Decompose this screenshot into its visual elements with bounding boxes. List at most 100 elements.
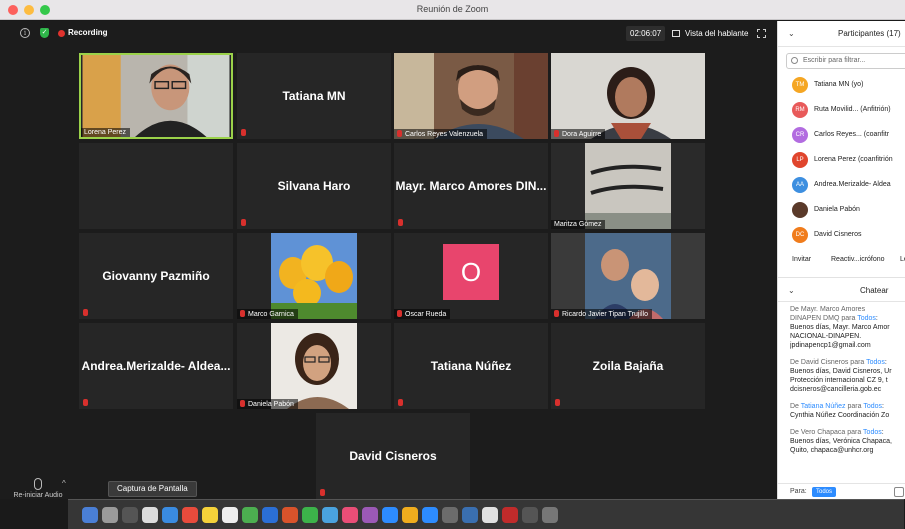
video-tile-empty: [79, 143, 233, 229]
reminders-icon[interactable]: [222, 507, 238, 523]
notes-icon[interactable]: [202, 507, 218, 523]
window-title: Reunión de Zoom: [416, 4, 489, 14]
tile-name-label: Oscar Rueda: [394, 309, 451, 319]
participant-item[interactable]: RM Ruta Movilid... (Anfitrión): [792, 102, 905, 120]
video-feed: [237, 323, 391, 409]
mic-muted-icon: [397, 310, 402, 317]
macos-dock: [68, 499, 904, 529]
trash-icon[interactable]: [542, 507, 558, 523]
chevron-down-icon[interactable]: ⌄: [788, 286, 795, 295]
participant-name: Silvana Haro: [277, 179, 351, 193]
video-tile-carlos[interactable]: Carlos Reyes Valenzuela: [394, 53, 548, 139]
participant-item[interactable]: LP Lorena Perez (coanfitrión: [792, 152, 905, 170]
tile-name-label: Daniela Pabón: [237, 399, 298, 409]
facetime-icon[interactable]: [322, 507, 338, 523]
chat-message: De Vero Chapaca para Todos: Buenos días,…: [790, 429, 892, 454]
video-tile-zoila[interactable]: Zoila Bajaña: [551, 323, 705, 409]
participants-title: Participantes (17): [838, 29, 901, 38]
invite-button[interactable]: Invitar: [792, 251, 811, 269]
preview-icon[interactable]: [142, 507, 158, 523]
video-tile-silvana[interactable]: Silvana Haro: [237, 143, 391, 229]
launchpad-icon[interactable]: [102, 507, 118, 523]
chat-message: De Mayr. Marco Amores DINAPEN DMQ para T…: [790, 306, 890, 349]
mic-muted-icon: [554, 310, 559, 317]
video-tile-maritza[interactable]: Maritza Gómez: [551, 143, 705, 229]
video-tile-david[interactable]: David Cisneros: [316, 413, 470, 499]
finder-icon[interactable]: [82, 507, 98, 523]
chat-messages[interactable]: De Mayr. Marco Amores DINAPEN DMQ para T…: [790, 305, 905, 485]
participant-name: David Cisneros: [349, 449, 437, 463]
video-tile-dora[interactable]: Dora Aguirre: [551, 53, 705, 139]
avatar: AA: [792, 177, 808, 193]
zoom-icon[interactable]: [422, 507, 438, 523]
video-feed: [551, 233, 705, 319]
speaker-view-label: Vista del hablante: [685, 29, 749, 38]
avatar: TM: [792, 77, 808, 93]
meeting-timer: 02:06:07: [626, 26, 666, 41]
mic-muted-icon: [240, 400, 245, 407]
chevron-down-icon[interactable]: ⌄: [788, 29, 795, 38]
photo-booth-icon[interactable]: [122, 507, 138, 523]
mic-muted-icon: [241, 129, 246, 136]
video-tile-andrea[interactable]: Andrea.Merizalde- Aldea...: [79, 323, 233, 409]
video-tile-marco-amores[interactable]: Mayr. Marco Amores DIN...: [394, 143, 548, 229]
shield-icon[interactable]: ✓: [40, 28, 49, 38]
downloads-icon[interactable]: [522, 507, 538, 523]
participant-item[interactable]: Daniela Pabón: [792, 202, 905, 220]
mic-muted-icon: [240, 310, 245, 317]
messages-icon[interactable]: [302, 507, 318, 523]
keynote-icon[interactable]: [462, 507, 478, 523]
participant-item[interactable]: DC David Cisneros: [792, 227, 905, 245]
video-tile-marco-garnica[interactable]: Marco Garnica: [237, 233, 391, 319]
restart-audio-button[interactable]: Re-iniciar Audio: [8, 478, 68, 499]
video-tile-daniela[interactable]: Daniela Pabón: [237, 323, 391, 409]
participants-actions: Invitar Reactiv...icrófono Le: [786, 251, 905, 269]
video-tile-tatiana-nunez[interactable]: Tatiana Núñez: [394, 323, 548, 409]
info-icon[interactable]: i: [20, 28, 30, 38]
more-button[interactable]: Le: [900, 251, 905, 269]
avatar: LP: [792, 152, 808, 168]
mic-muted-icon: [83, 309, 88, 316]
video-tile-ricardo[interactable]: Ricardo Javier Tipan Trujillo: [551, 233, 705, 319]
word-icon[interactable]: [262, 507, 278, 523]
powerpoint-icon[interactable]: [282, 507, 298, 523]
participant-item[interactable]: TM Tatiana MN (yo): [792, 77, 905, 95]
acrobat-icon[interactable]: [502, 507, 518, 523]
reactivate-mic-button[interactable]: Reactiv...icrófono: [831, 251, 885, 269]
video-tile-tatiana-mn[interactable]: Tatiana MN: [237, 53, 391, 139]
system-preferences-icon[interactable]: [442, 507, 458, 523]
participant-item-name: Andrea.Merizalde- Aldea: [814, 181, 891, 188]
participant-item-name: Lorena Perez (coanfitrión: [814, 156, 893, 163]
safari-icon[interactable]: [162, 507, 178, 523]
chat-to-label: Para:: [790, 488, 807, 495]
participant-name: Mayr. Marco Amores DIN...: [395, 179, 547, 193]
excel-icon[interactable]: [242, 507, 258, 523]
file-icon[interactable]: [894, 487, 904, 497]
calendar-icon[interactable]: [182, 507, 198, 523]
video-tile-giovanny[interactable]: Giovanny Pazmiño: [79, 233, 233, 319]
participant-item[interactable]: AA Andrea.Merizalde- Aldea: [792, 177, 905, 195]
grid-icon: [672, 30, 680, 37]
video-tile-oscar[interactable]: O Oscar Rueda: [394, 233, 548, 319]
chat-title: Chatear: [860, 286, 889, 295]
tile-name-label: Maritza Gómez: [551, 220, 606, 229]
participant-name: Giovanny Pazmiño: [102, 269, 210, 283]
participant-filter-input[interactable]: Escribir para filtrar...: [786, 53, 905, 69]
podcasts-icon[interactable]: [362, 507, 378, 523]
music-icon[interactable]: [342, 507, 358, 523]
chat-recipient-select[interactable]: Todos: [812, 487, 837, 497]
chevron-up-icon[interactable]: ^: [62, 479, 66, 488]
app-store-icon[interactable]: [382, 507, 398, 523]
screenshot-tooltip: Captura de Pantalla: [108, 481, 197, 497]
participant-item[interactable]: CR Carlos Reyes... (coanfitr: [792, 127, 905, 145]
participant-item-name: David Cisneros: [814, 231, 862, 238]
mic-muted-icon: [398, 219, 403, 226]
video-tile-lorena[interactable]: Lorena Perez: [79, 53, 233, 139]
tile-name-label: Marco Garnica: [237, 309, 298, 319]
chrome-icon[interactable]: [402, 507, 418, 523]
fullscreen-icon[interactable]: [757, 29, 766, 38]
speaker-view-button[interactable]: Vista del hablante: [672, 26, 748, 41]
participant-item-name: Ruta Movilid... (Anfitrión): [814, 106, 891, 113]
textedit-icon[interactable]: [482, 507, 498, 523]
avatar: O: [443, 244, 499, 300]
